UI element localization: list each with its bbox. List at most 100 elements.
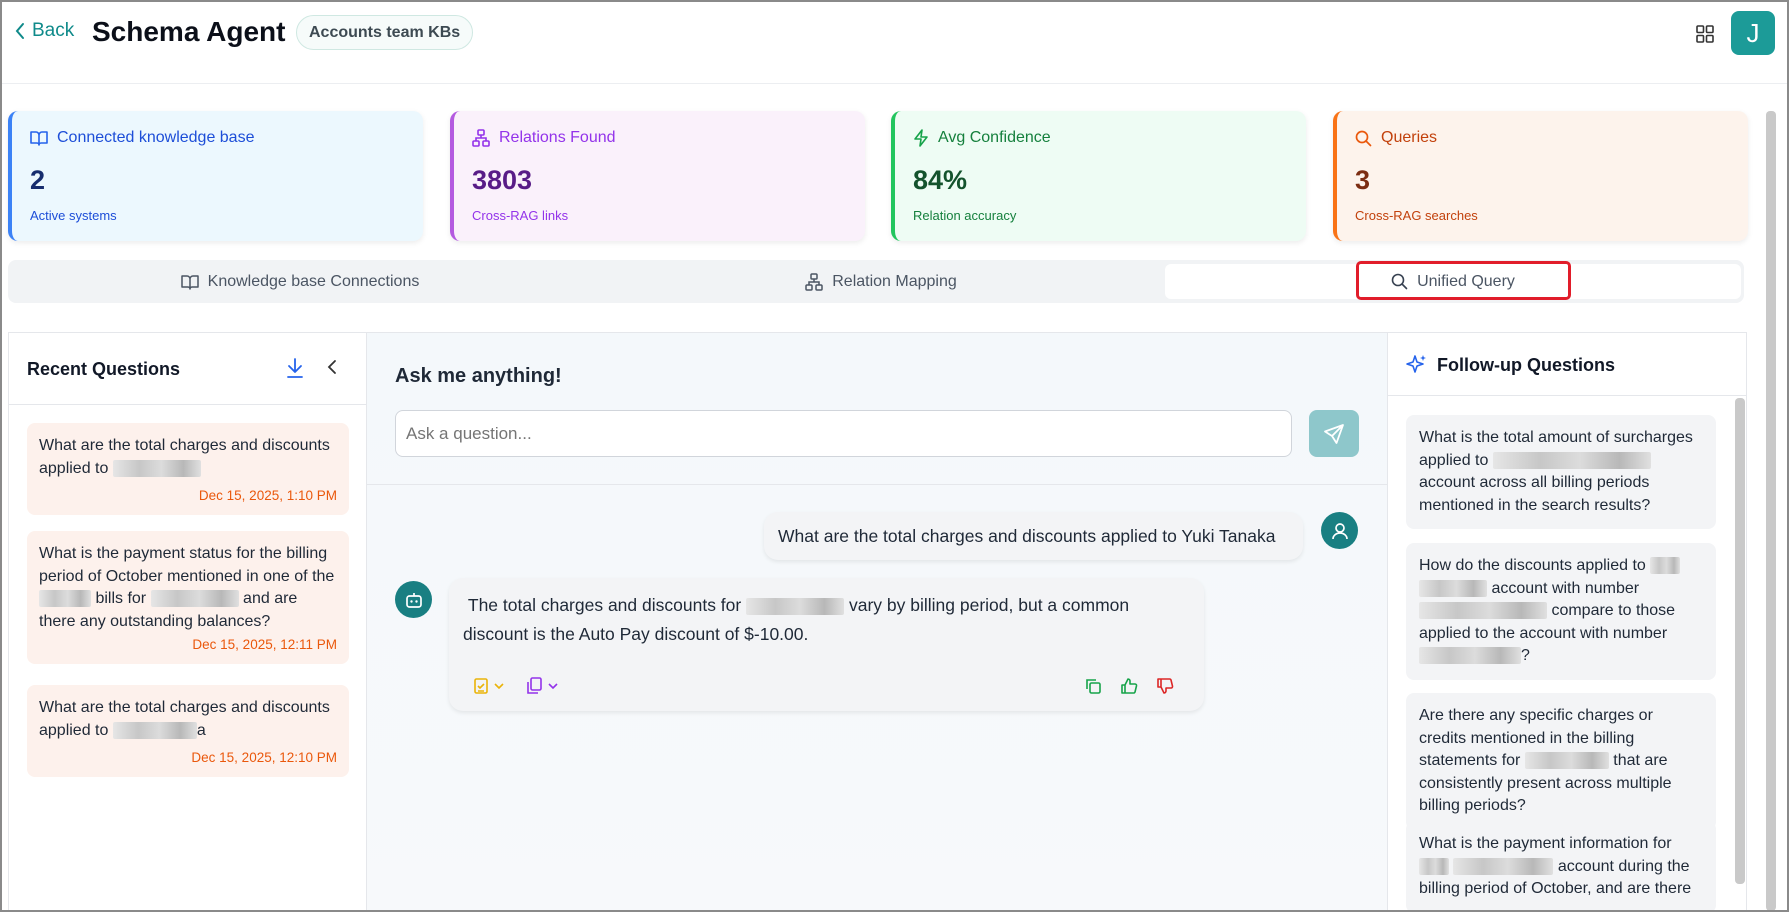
network-icon bbox=[805, 272, 823, 291]
question-text: What are the total charges and discounts… bbox=[39, 699, 330, 739]
recent-question-item[interactable]: What is the payment status for the billi… bbox=[27, 531, 349, 664]
question-input[interactable] bbox=[395, 410, 1292, 457]
redacted-text bbox=[1650, 557, 1681, 575]
back-button[interactable]: Back bbox=[14, 20, 74, 42]
stat-card-queries: Queries 3 Cross-RAG searches bbox=[1333, 111, 1748, 241]
redacted-text bbox=[746, 597, 845, 615]
panel-title: Follow-up Questions bbox=[1437, 355, 1615, 375]
stat-value: 2 bbox=[30, 165, 46, 195]
recent-question-item[interactable]: What are the total charges and discounts… bbox=[27, 423, 349, 515]
redacted-text bbox=[1419, 579, 1487, 597]
chevron-left-icon[interactable] bbox=[327, 359, 337, 375]
copies-dropdown[interactable] bbox=[526, 677, 559, 695]
redacted-text bbox=[150, 590, 239, 608]
bot-avatar-icon bbox=[395, 581, 432, 618]
highlight-box bbox=[1356, 261, 1571, 300]
document-check-icon bbox=[474, 678, 488, 694]
tab-kb-connections[interactable]: Knowledge base Connections bbox=[8, 264, 592, 299]
chevron-left-icon bbox=[15, 23, 24, 39]
tab-unified-query[interactable]: Unified Query bbox=[1165, 261, 1741, 300]
redacted-text bbox=[39, 590, 91, 608]
copy-button[interactable] bbox=[1084, 677, 1102, 695]
stat-value: 84% bbox=[913, 165, 968, 195]
panel-title: Recent Questions bbox=[27, 359, 181, 379]
redacted-text bbox=[1453, 857, 1554, 875]
question-date: Dec 15, 2025, 1:10 PM bbox=[198, 488, 337, 503]
kb-badge[interactable]: Accounts team KBs bbox=[296, 15, 474, 50]
followup-scrollbar[interactable] bbox=[1735, 398, 1745, 884]
question-text: What is the payment status for the billi… bbox=[39, 545, 335, 630]
followup-panel: Follow-up Questions What is the total am… bbox=[1387, 332, 1747, 910]
bot-icon bbox=[405, 592, 422, 608]
user-avatar[interactable]: J bbox=[1731, 11, 1775, 55]
stack-icon bbox=[527, 677, 542, 694]
user-avatar-icon bbox=[1321, 512, 1358, 549]
question-date: Dec 15, 2025, 12:10 PM bbox=[191, 750, 337, 765]
top-header: Back Schema Agent Accounts team KBs J bbox=[2, 2, 1787, 84]
redacted-text bbox=[1419, 602, 1547, 620]
book-icon bbox=[30, 131, 48, 146]
redacted-text bbox=[1524, 752, 1609, 770]
send-button[interactable] bbox=[1309, 410, 1359, 457]
followup-question-item[interactable]: What is the payment information for acco… bbox=[1406, 821, 1716, 910]
chat-panel: Ask me anything! What are the total char… bbox=[367, 332, 1387, 910]
followup-question-item[interactable]: How do the discounts applied to account … bbox=[1406, 543, 1716, 680]
recent-question-item[interactable]: What are the total charges and discounts… bbox=[27, 685, 349, 777]
stat-label: Relations Found bbox=[499, 129, 616, 146]
thumbs-down-icon bbox=[1157, 678, 1174, 694]
network-icon bbox=[472, 129, 490, 147]
search-icon bbox=[1355, 130, 1372, 146]
user-icon bbox=[1331, 522, 1348, 539]
thumbs-up-icon bbox=[1121, 678, 1138, 694]
question-text: What are the total charges and discounts… bbox=[39, 437, 330, 477]
book-icon bbox=[180, 274, 199, 290]
followup-header: Follow-up Questions bbox=[1388, 333, 1746, 396]
followup-question-item[interactable]: Are there any specific charges or credit… bbox=[1406, 693, 1716, 830]
page-scrollbar[interactable] bbox=[1766, 111, 1776, 910]
stat-card-confidence: Avg Confidence 84% Relation accuracy bbox=[891, 111, 1306, 241]
app-window: Back Schema Agent Accounts team KBs J Co… bbox=[0, 0, 1789, 912]
download-icon[interactable] bbox=[286, 357, 304, 379]
back-label: Back bbox=[32, 20, 75, 41]
tab-label: Knowledge base Connections bbox=[207, 272, 420, 290]
stat-card-connected-kb: Connected knowledge base 2 Active system… bbox=[8, 111, 423, 241]
stat-sub: Cross-RAG searches bbox=[1355, 208, 1478, 223]
ask-area: Ask me anything! bbox=[367, 333, 1387, 485]
bolt-icon bbox=[914, 129, 928, 147]
sparkles-icon bbox=[1406, 355, 1426, 373]
stat-label: Queries bbox=[1381, 129, 1438, 146]
tab-label: Relation Mapping bbox=[832, 272, 957, 290]
copy-icon bbox=[1086, 679, 1101, 694]
redacted-text bbox=[1492, 451, 1651, 469]
stat-card-relations: Relations Found 3803 Cross-RAG links bbox=[450, 111, 865, 241]
stat-label: Avg Confidence bbox=[938, 129, 1051, 146]
bot-message: The total charges and discounts for vary… bbox=[449, 578, 1204, 711]
thumbs-down-button[interactable] bbox=[1156, 677, 1174, 695]
redacted-text bbox=[112, 721, 197, 739]
page-title: Schema Agent bbox=[92, 16, 286, 47]
question-date: Dec 15, 2025, 12:11 PM bbox=[192, 637, 337, 652]
tab-relation-mapping[interactable]: Relation Mapping bbox=[592, 264, 1170, 299]
chevron-down-icon bbox=[494, 683, 504, 690]
user-message: What are the total charges and discounts… bbox=[764, 512, 1303, 560]
stat-value: 3803 bbox=[472, 165, 533, 195]
stat-sub: Cross-RAG links bbox=[472, 208, 569, 223]
tab-bar: Knowledge base Connections Relation Mapp… bbox=[8, 260, 1744, 303]
redacted-text bbox=[1419, 857, 1449, 875]
stat-sub: Active systems bbox=[30, 208, 117, 223]
send-icon bbox=[1324, 423, 1344, 444]
recent-questions-header: Recent Questions bbox=[9, 333, 366, 405]
stat-sub: Relation accuracy bbox=[913, 208, 1017, 223]
redacted-text bbox=[112, 459, 201, 477]
grid-icon[interactable] bbox=[1696, 25, 1714, 43]
recent-questions-panel: Recent Questions What are the total char… bbox=[8, 332, 367, 910]
chat-title: Ask me anything! bbox=[395, 365, 562, 387]
redacted-text bbox=[1419, 647, 1521, 665]
stat-label: Connected knowledge base bbox=[57, 129, 255, 146]
followup-question-item[interactable]: What is the total amount of surcharges a… bbox=[1406, 415, 1716, 529]
stat-value: 3 bbox=[1355, 165, 1371, 195]
chevron-down-icon bbox=[548, 683, 558, 690]
bot-message-text: The total charges and discounts for vary… bbox=[463, 595, 1130, 644]
sources-dropdown[interactable] bbox=[473, 677, 505, 695]
thumbs-up-button[interactable] bbox=[1120, 677, 1138, 695]
